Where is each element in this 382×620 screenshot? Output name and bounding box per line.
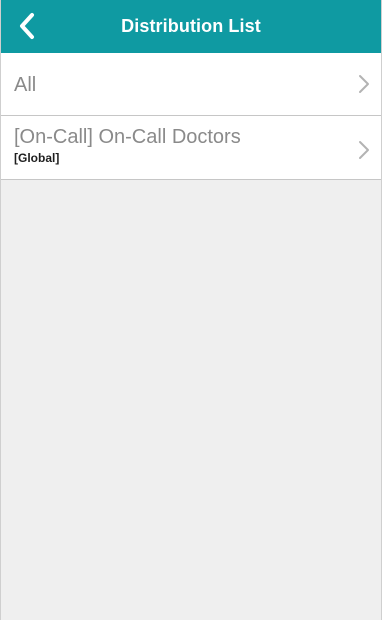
list-item-label: All	[14, 74, 37, 96]
distribution-list-screen: Distribution List All [On-Call] On-Call …	[0, 0, 382, 620]
chevron-right-icon	[359, 75, 369, 93]
chevron-right-icon	[359, 141, 369, 159]
chevron-left-icon	[20, 13, 34, 39]
distribution-list: All [On-Call] On-Call Doctors [Global]	[1, 53, 381, 180]
back-button[interactable]	[11, 10, 43, 42]
header-bar: Distribution List	[1, 0, 381, 53]
list-item-all[interactable]: All	[1, 53, 381, 116]
page-title: Distribution List	[121, 16, 261, 36]
list-item-on-call-doctors[interactable]: [On-Call] On-Call Doctors [Global]	[1, 116, 381, 180]
list-item-label: [On-Call] On-Call Doctors	[14, 126, 241, 148]
list-item-scope: [Global]	[14, 151, 60, 165]
